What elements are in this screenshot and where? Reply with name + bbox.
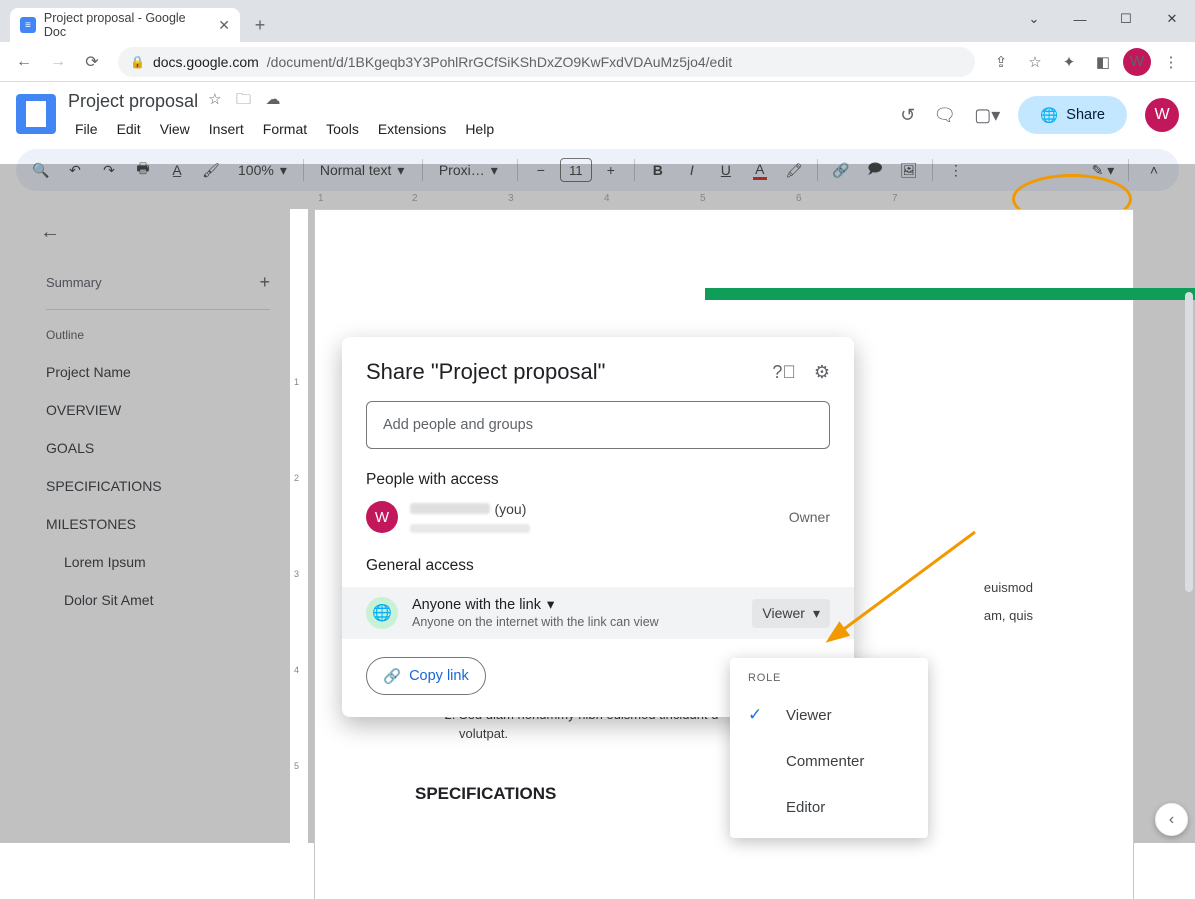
help-icon[interactable]: ?⃝ [772,362,796,383]
meet-icon[interactable]: ▢▾ [974,105,1000,126]
role-option-editor[interactable]: Editor [730,784,928,830]
person-row: W (you) Owner [366,501,830,533]
menu-file[interactable]: File [68,117,105,141]
role-dropdown: ROLE ✓ Viewer Commenter Editor [730,658,928,838]
access-scope-desc: Anyone on the internet with the link can… [412,615,659,629]
vertical-scrollbar[interactable] [1185,292,1193,592]
role-option-viewer[interactable]: ✓ Viewer [730,692,928,738]
input-placeholder: Add people and groups [383,417,533,433]
globe-icon: 🌐 [366,597,398,629]
sidepanel-icon[interactable]: ◧ [1089,48,1117,76]
role-option-commenter[interactable]: Commenter [730,738,928,784]
link-icon: 🔗 [383,668,401,685]
menu-view[interactable]: View [153,117,197,141]
browser-tab[interactable]: ≡ Project proposal - Google Doc ✕ [10,8,240,42]
add-people-input[interactable]: Add people and groups [366,401,830,449]
role-select[interactable]: Viewer ▾ [752,599,830,628]
docs-favicon: ≡ [20,17,36,33]
settings-icon[interactable]: ⚙ [814,362,830,383]
tab-close-icon[interactable]: ✕ [218,17,230,34]
address-bar-row: ← → ⟳ 🔒 docs.google.com/document/d/1BKge… [0,42,1195,82]
docs-app: Project proposal ☆ 🗀 ☁ File Edit View In… [0,82,1195,843]
person-email-redacted [410,524,530,533]
forward-button: → [44,48,72,76]
menu-edit[interactable]: Edit [110,117,148,141]
owner-label: Owner [789,509,830,525]
browser-menu-icon[interactable]: ⋮ [1157,48,1185,76]
extensions-icon[interactable]: ✦ [1055,48,1083,76]
decorative-bar [705,288,1195,300]
copy-link-button[interactable]: 🔗 Copy link [366,657,486,695]
browser-profile-avatar[interactable]: W [1123,48,1151,76]
minimize-button[interactable]: — [1057,12,1103,27]
menu-insert[interactable]: Insert [202,117,251,141]
general-access-row: 🌐 Anyone with the link▾ Anyone on the in… [342,587,854,639]
comments-icon[interactable]: 🗨 [933,105,956,126]
menu-extensions[interactable]: Extensions [371,117,453,141]
url-host: docs.google.com [153,54,259,70]
check-icon: ✓ [748,705,768,725]
document-title[interactable]: Project proposal [68,91,198,112]
maximize-button[interactable]: ☐ [1103,11,1149,27]
caret-down-icon: ▾ [813,605,820,622]
new-tab-button[interactable]: + [246,11,274,39]
person-name-redacted [410,503,490,514]
url-path: /document/d/1BKgeqb3Y3PohlRrGCfSiKShDxZO… [267,54,732,70]
url-bar[interactable]: 🔒 docs.google.com/document/d/1BKgeqb3Y3P… [118,47,975,77]
role-caption: ROLE [730,670,928,692]
caret-down-icon: ▾ [547,597,554,613]
chrome-chevron-icon[interactable]: ⌄ [1011,11,1057,27]
you-suffix: (you) [494,501,526,517]
vertical-ruler[interactable]: 1 2 3 4 5 [290,209,308,899]
cloud-status-icon[interactable]: ☁ [265,91,280,108]
heading-specs: SPECIFICATIONS [415,784,1033,804]
reload-button[interactable]: ⟳ [78,48,106,76]
move-icon[interactable]: 🗀 [236,91,251,108]
star-icon[interactable]: ☆ [208,91,221,108]
share-page-icon[interactable]: ⇪ [987,48,1015,76]
browser-tab-strip: ≡ Project proposal - Google Doc ✕ + ⌄ — … [0,0,1195,42]
account-avatar[interactable]: W [1145,98,1179,132]
access-scope-select[interactable]: Anyone with the link▾ [412,597,659,613]
menu-tools[interactable]: Tools [319,117,366,141]
menu-format[interactable]: Format [256,117,314,141]
tab-title: Project proposal - Google Doc [44,11,210,39]
back-button[interactable]: ← [10,48,38,76]
globe-icon: 🌐 [1040,107,1058,124]
docs-logo-icon[interactable] [16,94,56,134]
dialog-title: Share "Project proposal" [366,359,605,385]
share-label: Share [1066,107,1105,123]
general-access-label: General access [366,557,830,575]
window-controls: ⌄ — ☐ ✕ [1011,0,1195,38]
close-window-button[interactable]: ✕ [1149,11,1195,27]
menu-help[interactable]: Help [458,117,501,141]
lock-icon: 🔒 [130,55,145,69]
person-avatar: W [366,501,398,533]
horizontal-ruler[interactable]: 1 2 3 4 5 6 7 [300,191,1179,209]
bookmark-icon[interactable]: ☆ [1021,48,1049,76]
menu-bar: File Edit View Insert Format Tools Exten… [68,117,888,141]
explore-fab[interactable]: ‹ [1155,803,1188,836]
share-button[interactable]: 🌐 Share [1018,96,1127,134]
people-with-access-label: People with access [366,471,830,489]
history-icon[interactable]: ↺ [900,105,915,126]
